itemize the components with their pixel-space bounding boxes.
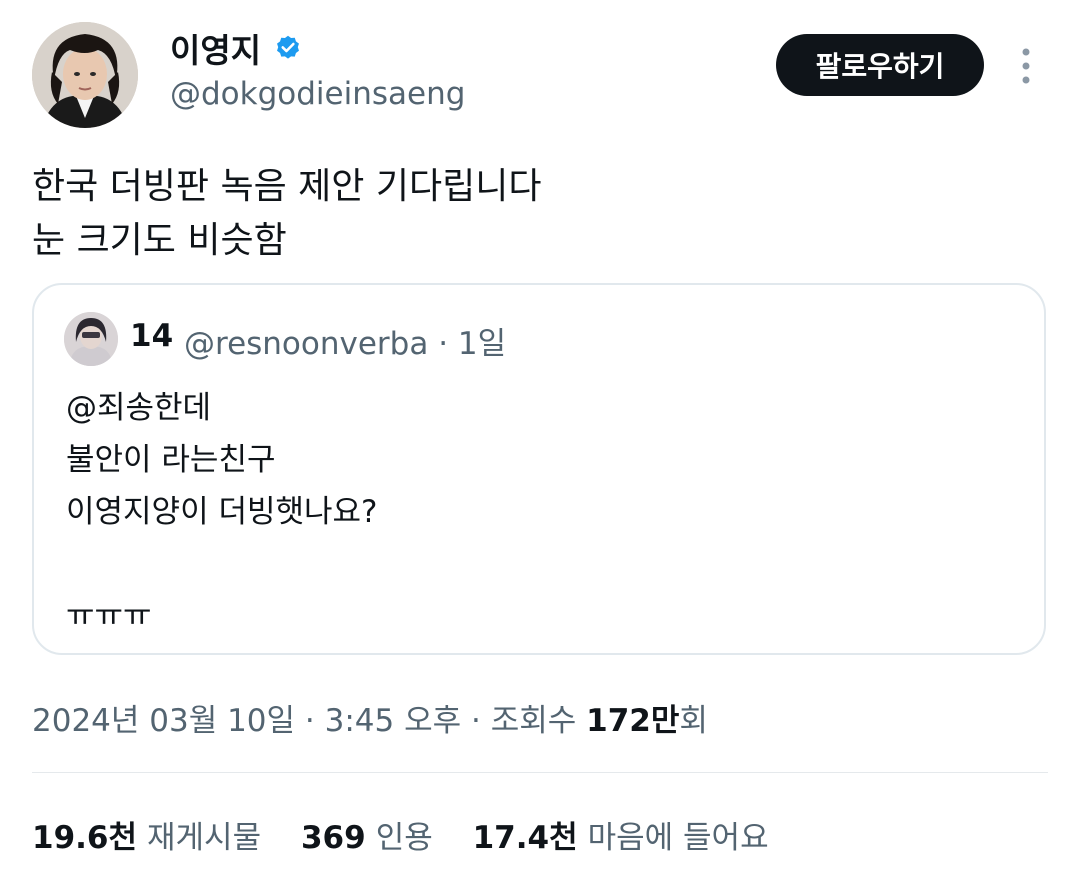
tweet-line: 한국 더빙판 녹음 제안 기다립니다 [32, 166, 542, 207]
engagement-stats: 19.6천 재게시물 369 인용 17.4천 마음에 들어요 [32, 812, 799, 857]
quoted-author-handle[interactable]: @resnoonverba [184, 326, 428, 362]
retweets-label: 재게시물 [147, 820, 262, 856]
tweet-timestamp: 2024년 03월 10일 · 3:45 오후 · 조회수 172만회 [32, 695, 708, 740]
retweets-stat[interactable]: 19.6천 재게시물 [32, 812, 261, 857]
views-label: 조회수 [490, 703, 587, 739]
quoted-line [66, 538, 378, 590]
quoted-avatar-image [64, 312, 118, 366]
verified-badge-icon [274, 34, 302, 62]
timestamp-separator: · [461, 703, 491, 739]
avatar-image [32, 22, 138, 128]
views-count: 172만 [586, 703, 680, 739]
quotes-label: 인용 [375, 820, 433, 856]
quoted-tweet-text: @죄송한데 불안이 라는친구 이영지양이 더빙햇나요? ㅠㅠㅠ [66, 382, 378, 642]
author-name[interactable]: 이영지 [170, 24, 261, 72]
likes-label: 마음에 들어요 [587, 820, 769, 856]
author-handle[interactable]: @dokgodieinsaeng [170, 76, 465, 112]
quoted-line: 불안이 라는친구 [66, 442, 276, 478]
quoted-line: 이영지양이 더빙햇나요? [66, 494, 378, 530]
quoted-author-name[interactable]: 14 [130, 318, 173, 354]
tweet-text: 한국 더빙판 녹음 제안 기다립니다 눈 크기도 비슷함 [32, 160, 541, 268]
quotes-stat[interactable]: 369 인용 [301, 812, 433, 857]
author-avatar[interactable] [32, 22, 138, 128]
quoted-separator: · [428, 326, 458, 362]
timestamp-separator: · [295, 703, 325, 739]
likes-stat[interactable]: 17.4천 마음에 들어요 [473, 812, 769, 857]
quoted-line: ㅠㅠㅠ [66, 598, 152, 634]
more-vertical-icon[interactable] [1012, 44, 1040, 88]
tweet-date[interactable]: 2024년 03월 10일 [32, 703, 295, 739]
quoted-meta: @resnoonverba · 1일 [184, 318, 506, 363]
quoted-line: @죄송한데 [66, 390, 212, 426]
views-suffix: 회 [679, 703, 708, 739]
retweets-count: 19.6천 [32, 820, 138, 856]
quoted-time[interactable]: 1일 [458, 326, 506, 362]
tweet-line: 눈 크기도 비슷함 [32, 220, 287, 261]
tweet-time[interactable]: 3:45 오후 [325, 703, 462, 739]
quotes-count: 369 [300, 820, 366, 856]
follow-button[interactable]: 팔로우하기 [776, 34, 984, 96]
quoted-author-avatar[interactable] [64, 312, 118, 366]
divider [32, 772, 1048, 773]
likes-count: 17.4천 [472, 820, 578, 856]
